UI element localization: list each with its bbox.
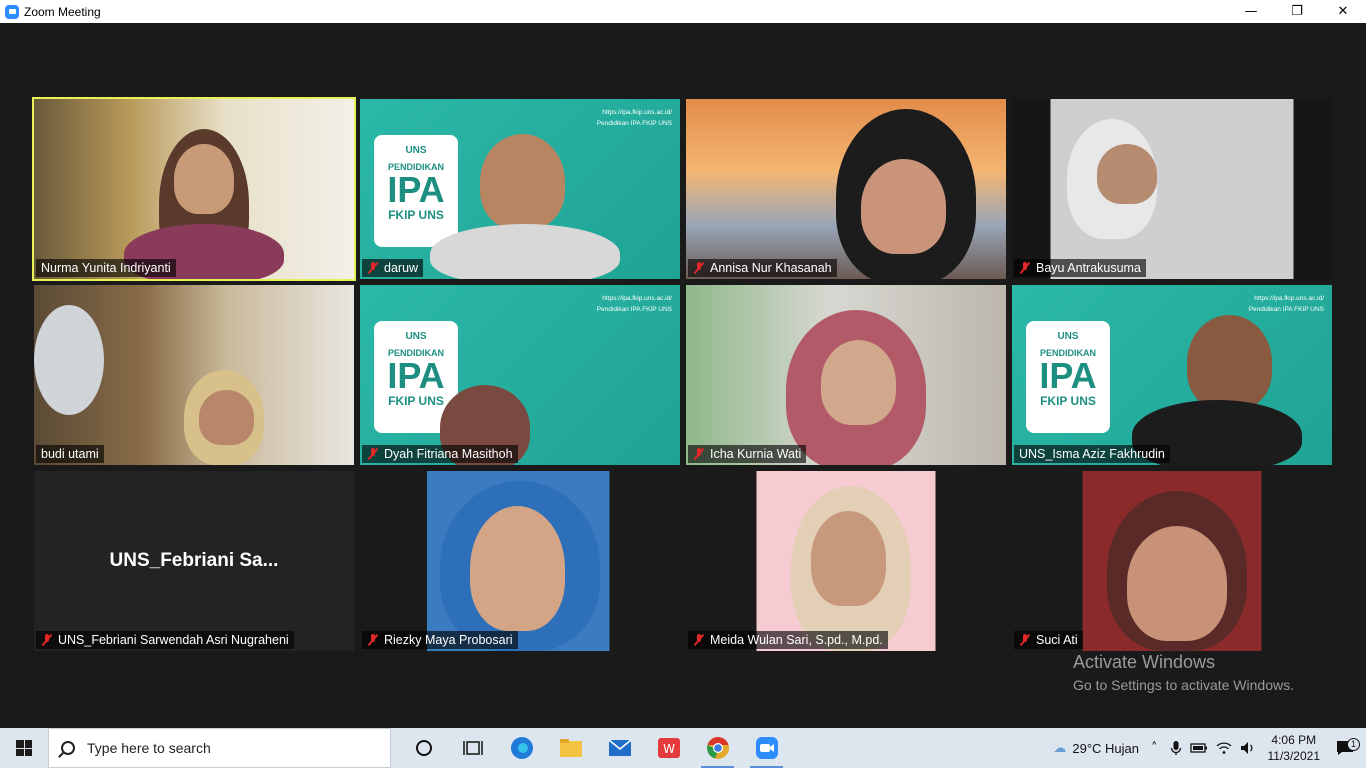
participant-name-label: Riezky Maya Probosari [362,631,518,649]
participant-video-off: UNS_Febriani Sa... [34,471,354,651]
activate-windows-watermark: Activate Windows Go to Settings to activ… [1073,652,1294,693]
windows-logo-icon [16,740,32,756]
participant-video: UNS PENDIDIKAN IPA FKIP UNS https://ipa.… [360,285,680,465]
participant-video [686,471,1006,651]
participant-tile[interactable]: UNS PENDIDIKAN IPA FKIP UNS https://ipa.… [1012,285,1332,465]
wps-office-icon[interactable]: W [644,728,693,768]
file-explorer-icon[interactable] [546,728,595,768]
participant-name-label: Nurma Yunita Indriyanti [36,259,176,277]
weather-rain-icon: ☁ [1053,740,1067,756]
mic-muted-icon [367,448,379,460]
participant-name-label: UNS_Isma Aziz Fakhrudin [1014,445,1170,463]
minimize-button[interactable]: — [1228,0,1274,23]
svg-text:W: W [663,742,675,756]
participant-tile[interactable]: Icha Kurnia Wati [686,285,1006,465]
search-icon [61,741,75,755]
notification-count-badge: 1 [1347,738,1360,751]
zoom-taskbar-icon[interactable] [742,728,791,768]
participant-name-label: Dyah Fitriana Masithoh [362,445,518,463]
participant-name-label: Suci Ati [1014,631,1083,649]
weather-widget[interactable]: ☁ 29°C Hujan [1049,741,1143,756]
restore-button[interactable]: ❐ [1274,0,1320,23]
participant-tile[interactable]: budi utami [34,285,354,465]
participant-name-label: Icha Kurnia Wati [688,445,807,463]
speaker-icon[interactable] [1236,741,1260,755]
mic-muted-icon [41,634,53,646]
participant-video [34,99,354,279]
close-button[interactable]: ✕ [1320,0,1366,23]
participant-name-label: Meida Wulan Sari, S.pd., M.pd. [688,631,888,649]
participant-tile[interactable]: UNS PENDIDIKAN IPA FKIP UNS https://ipa.… [360,99,680,279]
mic-muted-icon [367,262,379,274]
background-links: https://ipa.fkip.uns.ac.id/ Pendidikan I… [596,295,672,313]
chrome-browser-icon[interactable] [693,728,742,768]
taskbar-search[interactable] [48,728,391,768]
search-input[interactable] [87,740,387,756]
participant-display-name: UNS_Febriani Sa... [109,550,279,571]
background-links: https://ipa.fkip.uns.ac.id/ Pendidikan I… [596,109,672,127]
wifi-icon[interactable] [1212,741,1236,755]
mic-muted-icon [693,634,705,646]
cortana-icon[interactable] [399,728,448,768]
participant-video [686,285,1006,465]
participant-tile[interactable]: UNS_Febriani Sa... UNS_Febriani Sarwenda… [34,471,354,651]
participant-tile[interactable]: Annisa Nur Khasanah [686,99,1006,279]
start-button[interactable] [0,728,48,768]
chevron-up-icon[interactable]: ˄ [1143,741,1166,756]
gallery-view: Nurma Yunita Indriyanti UNS PENDIDIKAN I… [0,23,1366,728]
battery-icon[interactable] [1186,742,1212,754]
participant-name-label: daruw [362,259,424,277]
participant-video [34,285,354,465]
taskbar-clock[interactable]: 4:06 PM 11/3/2021 [1260,732,1329,764]
background-links: https://ipa.fkip.uns.ac.id/ Pendidikan I… [1248,295,1324,313]
task-view-icon[interactable] [448,728,497,768]
participant-name-label: Bayu Antrakusuma [1014,259,1146,277]
participant-video: UNS PENDIDIKAN IPA FKIP UNS https://ipa.… [1012,285,1332,465]
participant-name-label: budi utami [36,445,104,463]
participant-name-label: UNS_Febriani Sarwendah Asri Nugraheni [36,631,294,649]
zoom-app-icon [5,4,19,19]
mic-muted-icon [1019,262,1031,274]
notification-center-icon[interactable]: 1 [1328,738,1366,756]
participant-video [686,99,1006,279]
windows-taskbar: W ☁ 29°C Hujan ˄ 4:06 PM 11/3/2021 [0,728,1366,768]
participant-video: UNS PENDIDIKAN IPA FKIP UNS https://ipa.… [360,99,680,279]
participant-video [360,471,680,651]
system-tray: ☁ 29°C Hujan ˄ 4:06 PM 11/3/2021 1 [1049,728,1366,768]
mic-muted-icon [693,448,705,460]
participant-name-label: Annisa Nur Khasanah [688,259,837,277]
participant-tile[interactable]: Riezky Maya Probosari [360,471,680,651]
participant-tile[interactable]: Bayu Antrakusuma [1012,99,1332,279]
participant-tile[interactable]: Suci Ati [1012,471,1332,651]
mic-muted-icon [1019,634,1031,646]
participant-tile[interactable]: Nurma Yunita Indriyanti [32,97,356,281]
mic-muted-icon [367,634,379,646]
edge-browser-icon[interactable] [497,728,546,768]
title-bar: Zoom Meeting — ❐ ✕ [0,0,1366,23]
participant-tile[interactable]: UNS PENDIDIKAN IPA FKIP UNS https://ipa.… [360,285,680,465]
virtual-background-card: UNS PENDIDIKAN IPA FKIP UNS [1026,321,1110,433]
participant-video [1012,99,1332,279]
microphone-icon[interactable] [1166,740,1186,756]
participant-tile[interactable]: Meida Wulan Sari, S.pd., M.pd. [686,471,1006,651]
mic-muted-icon [693,262,705,274]
mail-icon[interactable] [595,728,644,768]
window-title: Zoom Meeting [24,4,101,19]
participant-video [1012,471,1332,651]
virtual-background-card: UNS PENDIDIKAN IPA FKIP UNS [374,135,458,247]
